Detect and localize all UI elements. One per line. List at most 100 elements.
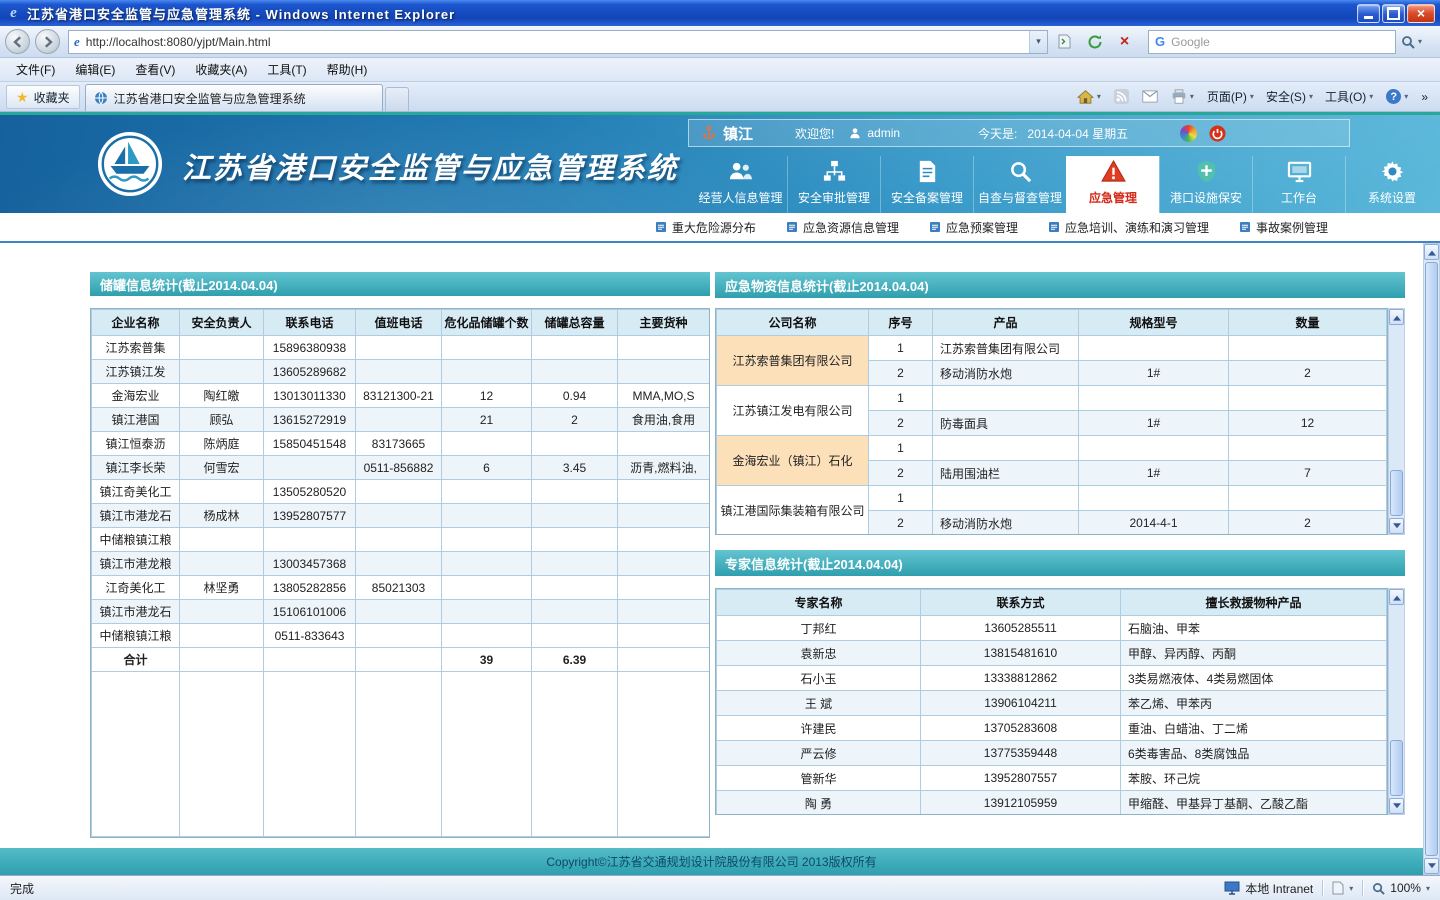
home-button[interactable]: ▾ [1071,85,1107,109]
cell [442,480,532,504]
toolbar-overflow-button[interactable]: » [1415,85,1434,109]
cell: 食用油,食用 [618,408,710,432]
menu-item[interactable]: 文件(F) [6,58,65,81]
mail-button[interactable] [1136,85,1164,109]
minimize-button[interactable] [1357,4,1380,23]
app-title: 江苏省港口安全监管与应急管理系统 [182,145,678,187]
search-box[interactable]: G Google [1148,30,1396,54]
scroll-down-button[interactable] [1389,518,1404,534]
cell: 39 [442,648,532,672]
nav-item-emergency[interactable]: 应急管理 [1066,156,1159,213]
cell [532,432,618,456]
new-tab-stub[interactable] [385,87,409,111]
logout-button[interactable] [1209,125,1226,142]
zone-label: 本地 Intranet [1245,880,1313,897]
menu-item[interactable]: 编辑(E) [65,58,125,81]
scroll-thumb[interactable] [1390,470,1403,516]
address-dropdown[interactable]: ▾ [1029,31,1047,53]
help-button[interactable]: ? ▾ [1380,85,1414,109]
subnav-item[interactable]: 应急培训、演练和演习管理 [1048,219,1209,236]
scroll-up-button[interactable] [1424,244,1439,260]
page-icon [1332,881,1344,895]
cell: 13003457368 [264,552,356,576]
command-buttons: 页面(P)▾安全(S)▾工具(O)▾ [1201,85,1379,109]
cell: 21 [442,408,532,432]
table-row: 江苏镇江发电有限公司1 [717,386,1387,411]
scroll-up-button[interactable] [1389,309,1404,325]
subnav-item[interactable]: 应急资源信息管理 [786,219,899,236]
nav-item-filing[interactable]: 安全备案管理 [880,156,973,213]
menu-item[interactable]: 帮助(H) [317,58,378,81]
maximize-button[interactable] [1382,4,1405,23]
nav-item-approval[interactable]: 安全审批管理 [787,156,880,213]
subnav-item[interactable]: 应急预案管理 [929,219,1018,236]
browser-tab[interactable]: 江苏省港口安全监管与应急管理系统 [85,84,383,111]
google-icon: G [1155,34,1165,49]
cell [1079,486,1229,511]
subnav-item[interactable]: 重大危险源分布 [655,219,756,236]
page-scrollbar[interactable] [1423,243,1440,875]
scroll-thumb[interactable] [1390,740,1403,796]
close-button[interactable]: × [1407,4,1435,23]
command-button-label: 安全(S) [1266,88,1306,105]
tank-panel-title: 储罐信息统计(截止2014.04.04) [90,272,710,296]
cell: 合计 [92,648,180,672]
user-icon [848,126,862,140]
theme-icon[interactable] [1180,125,1197,142]
forward-button[interactable] [35,29,60,54]
command-button[interactable]: 安全(S)▾ [1260,85,1319,109]
zoom-control[interactable]: 100% ▾ [1372,881,1430,895]
nav-item-inspection[interactable]: 自查与督查管理 [973,156,1066,213]
cell: 15106101006 [264,600,356,624]
table-row: 镇江李长荣何雪宏0511-85688263.45沥青,燃料油, [92,456,710,480]
scroll-up-button[interactable] [1389,589,1404,605]
cell: 2 [1229,361,1387,386]
print-icon [1171,89,1187,104]
scroll-thumb[interactable] [1425,262,1438,856]
feeds-button[interactable] [1108,85,1135,109]
supplies-scrollbar[interactable] [1388,308,1405,535]
cell: 石脑油、甲苯 [1121,616,1387,641]
refresh-button[interactable] [1081,30,1108,54]
cell [356,504,442,528]
zoom-level: 100% [1390,881,1421,895]
site-favicon [94,91,108,105]
menu-item[interactable]: 工具(T) [257,58,316,81]
address-field[interactable]: e http://localhost:8080/yjpt/Main.html ▾ [68,30,1048,54]
cell: 13906104211 [921,691,1121,716]
cell: 2 [869,511,933,536]
cell [1229,486,1387,511]
subnav-item[interactable]: 事故案例管理 [1239,219,1328,236]
column-header: 序号 [869,310,933,336]
command-button[interactable]: 页面(P)▾ [1201,85,1260,109]
experts-scrollbar[interactable] [1388,588,1405,815]
stop-button[interactable]: × [1111,30,1138,54]
nav-item-operators[interactable]: 经营人信息管理 [694,156,787,213]
column-header: 安全负责人 [180,310,264,336]
command-button[interactable]: 工具(O)▾ [1319,85,1379,109]
back-button[interactable] [5,29,30,54]
nav-item-settings[interactable]: 系统设置 [1345,156,1438,213]
compatibility-button[interactable] [1051,30,1078,54]
column-header: 值班电话 [356,310,442,336]
page-footer: Copyright©江苏省交通规划设计院股份有限公司 2013版权所有 [0,848,1423,875]
nav-item-workbench[interactable]: 工作台 [1252,156,1345,213]
cell: 管新华 [717,766,921,791]
cell [180,552,264,576]
print-button[interactable]: ▾ [1165,85,1200,109]
cell [356,552,442,576]
protected-mode-button[interactable]: ▾ [1332,881,1353,895]
supplies-panel-title: 应急物资信息统计(截止2014.04.04) [715,272,1405,298]
cell [532,576,618,600]
monitor-icon [1287,158,1312,184]
cell: 镇江奇美化工 [92,480,180,504]
scroll-down-button[interactable] [1389,798,1404,814]
menu-item[interactable]: 收藏夹(A) [185,58,257,81]
search-button[interactable]: ▾ [1396,30,1427,54]
nav-item-port-security[interactable]: 港口设施保安 [1159,156,1252,213]
scroll-down-button[interactable] [1424,858,1439,874]
cell: 1 [869,486,933,511]
divider [1362,880,1363,896]
favorites-button[interactable]: ★ 收藏夹 [6,85,80,109]
menu-item[interactable]: 查看(V) [125,58,185,81]
